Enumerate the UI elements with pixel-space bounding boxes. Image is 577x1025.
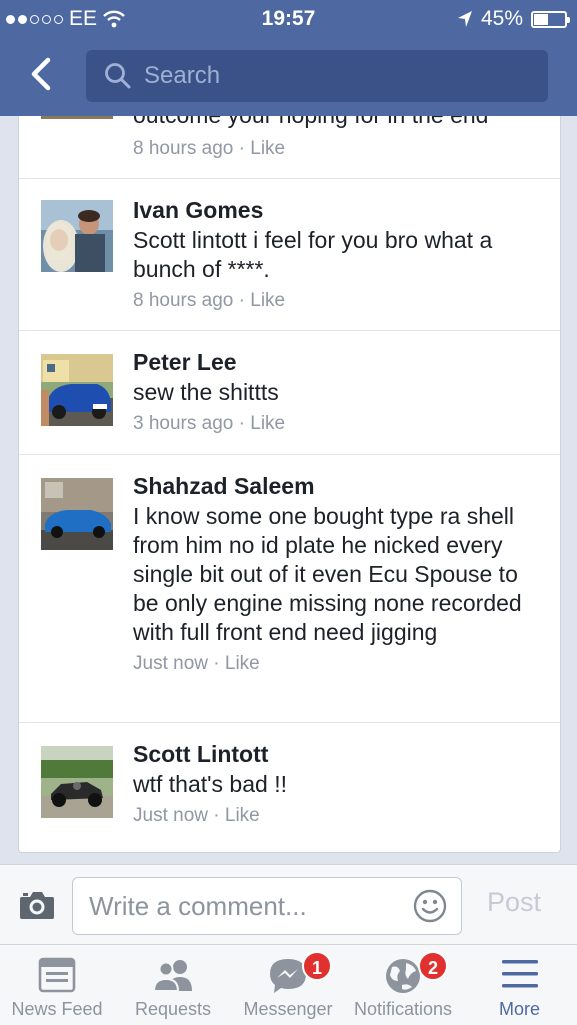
comment-text: wtf that's bad !!	[133, 771, 287, 797]
search-bar[interactable]	[86, 50, 548, 102]
partial-comment: outcome your hoping for in the end 8 hou…	[19, 116, 560, 179]
comment-author[interactable]: Scott Lintott	[133, 740, 543, 768]
news-feed-icon	[38, 957, 76, 993]
comment-meta: 8 hours ago · Like	[133, 290, 286, 311]
battery-percent: 45%	[480, 7, 523, 30]
tab-label: Requests	[134, 999, 212, 1019]
comment-time: 3 hours ago	[133, 413, 234, 434]
tab-more[interactable]: More	[462, 945, 577, 1025]
notifications-badge: 2	[418, 951, 448, 981]
comment-text: I know some one bought type ra shell fro…	[133, 503, 522, 645]
comment-content: Scott Lintott wtf that's bad !! Just now…	[133, 740, 543, 827]
partial-comment-text: outcome your hoping for in the end	[133, 116, 488, 129]
comment-item: Shahzad Saleem I know some one bought ty…	[19, 454, 560, 723]
avatar[interactable]	[41, 746, 113, 818]
comment-time: 8 hours ago	[133, 290, 234, 311]
like-link[interactable]: Like	[225, 653, 260, 674]
comment-composer: Post	[0, 864, 577, 945]
battery-group: 45%	[457, 7, 570, 31]
tab-label: Notifications	[353, 999, 453, 1019]
comments-card: outcome your hoping for in the end 8 hou…	[18, 116, 561, 853]
comment-meta: Just now · Like	[133, 653, 260, 674]
nav-bar	[0, 40, 577, 116]
requests-icon	[152, 960, 192, 992]
tab-messenger[interactable]: 1 Messenger	[232, 945, 344, 1025]
comment-item: Scott Lintott wtf that's bad !! Just now…	[19, 722, 560, 852]
messenger-badge: 1	[302, 951, 332, 981]
like-link[interactable]: Like	[250, 413, 285, 434]
avatar[interactable]	[41, 200, 113, 272]
globe-icon	[386, 959, 420, 993]
comment-author[interactable]: Ivan Gomes	[133, 196, 543, 224]
search-input[interactable]	[142, 61, 526, 91]
comment-time: 8 hours ago	[133, 138, 234, 159]
comment-text: sew the shittts	[133, 379, 279, 405]
hamburger-menu-icon	[501, 960, 538, 988]
comment-text: Scott lintott i feel for you bro what a …	[133, 227, 493, 282]
comment-item: Peter Lee sew the shittts 3 hours ago · …	[19, 330, 560, 455]
partial-avatar	[41, 116, 113, 119]
search-icon	[105, 63, 131, 89]
comment-meta: Just now · Like	[133, 805, 260, 826]
status-bar: EE 19:57 45%	[0, 0, 577, 40]
like-link[interactable]: Like	[250, 290, 285, 311]
like-link[interactable]: Like	[225, 805, 260, 826]
camera-icon[interactable]	[18, 889, 56, 921]
comment-content: Ivan Gomes Scott lintott i feel for you …	[133, 196, 543, 312]
smiley-icon[interactable]	[413, 889, 447, 923]
comment-content: Peter Lee sew the shittts 3 hours ago · …	[133, 348, 543, 435]
tab-label: More	[498, 999, 540, 1019]
tab-bar: News Feed Requests 1 Messenger 2 Notific…	[0, 944, 577, 1025]
avatar[interactable]	[41, 354, 113, 426]
comment-input[interactable]	[87, 890, 401, 923]
avatar[interactable]	[41, 478, 113, 550]
comment-input-box[interactable]	[72, 877, 462, 935]
comment-meta: 8 hours ago · Like	[133, 138, 286, 159]
post-button[interactable]: Post	[487, 887, 541, 918]
comment-author[interactable]: Shahzad Saleem	[133, 472, 543, 500]
like-link[interactable]: Like	[250, 138, 285, 159]
comment-content: Shahzad Saleem I know some one bought ty…	[133, 472, 543, 675]
tab-news-feed[interactable]: News Feed	[0, 945, 114, 1025]
location-arrow-icon	[457, 11, 472, 27]
tab-label: News Feed	[11, 999, 103, 1019]
battery-icon	[531, 10, 570, 28]
tab-label: Messenger	[243, 999, 333, 1019]
comment-time: Just now	[133, 653, 208, 674]
comment-author[interactable]: Peter Lee	[133, 348, 543, 376]
comment-item: Ivan Gomes Scott lintott i feel for you …	[19, 178, 560, 331]
comment-time: Just now	[133, 805, 208, 826]
tab-notifications[interactable]: 2 Notifications	[344, 945, 462, 1025]
comment-meta: 3 hours ago · Like	[133, 413, 286, 434]
tab-requests[interactable]: Requests	[114, 945, 232, 1025]
back-chevron-icon[interactable]	[24, 54, 64, 94]
